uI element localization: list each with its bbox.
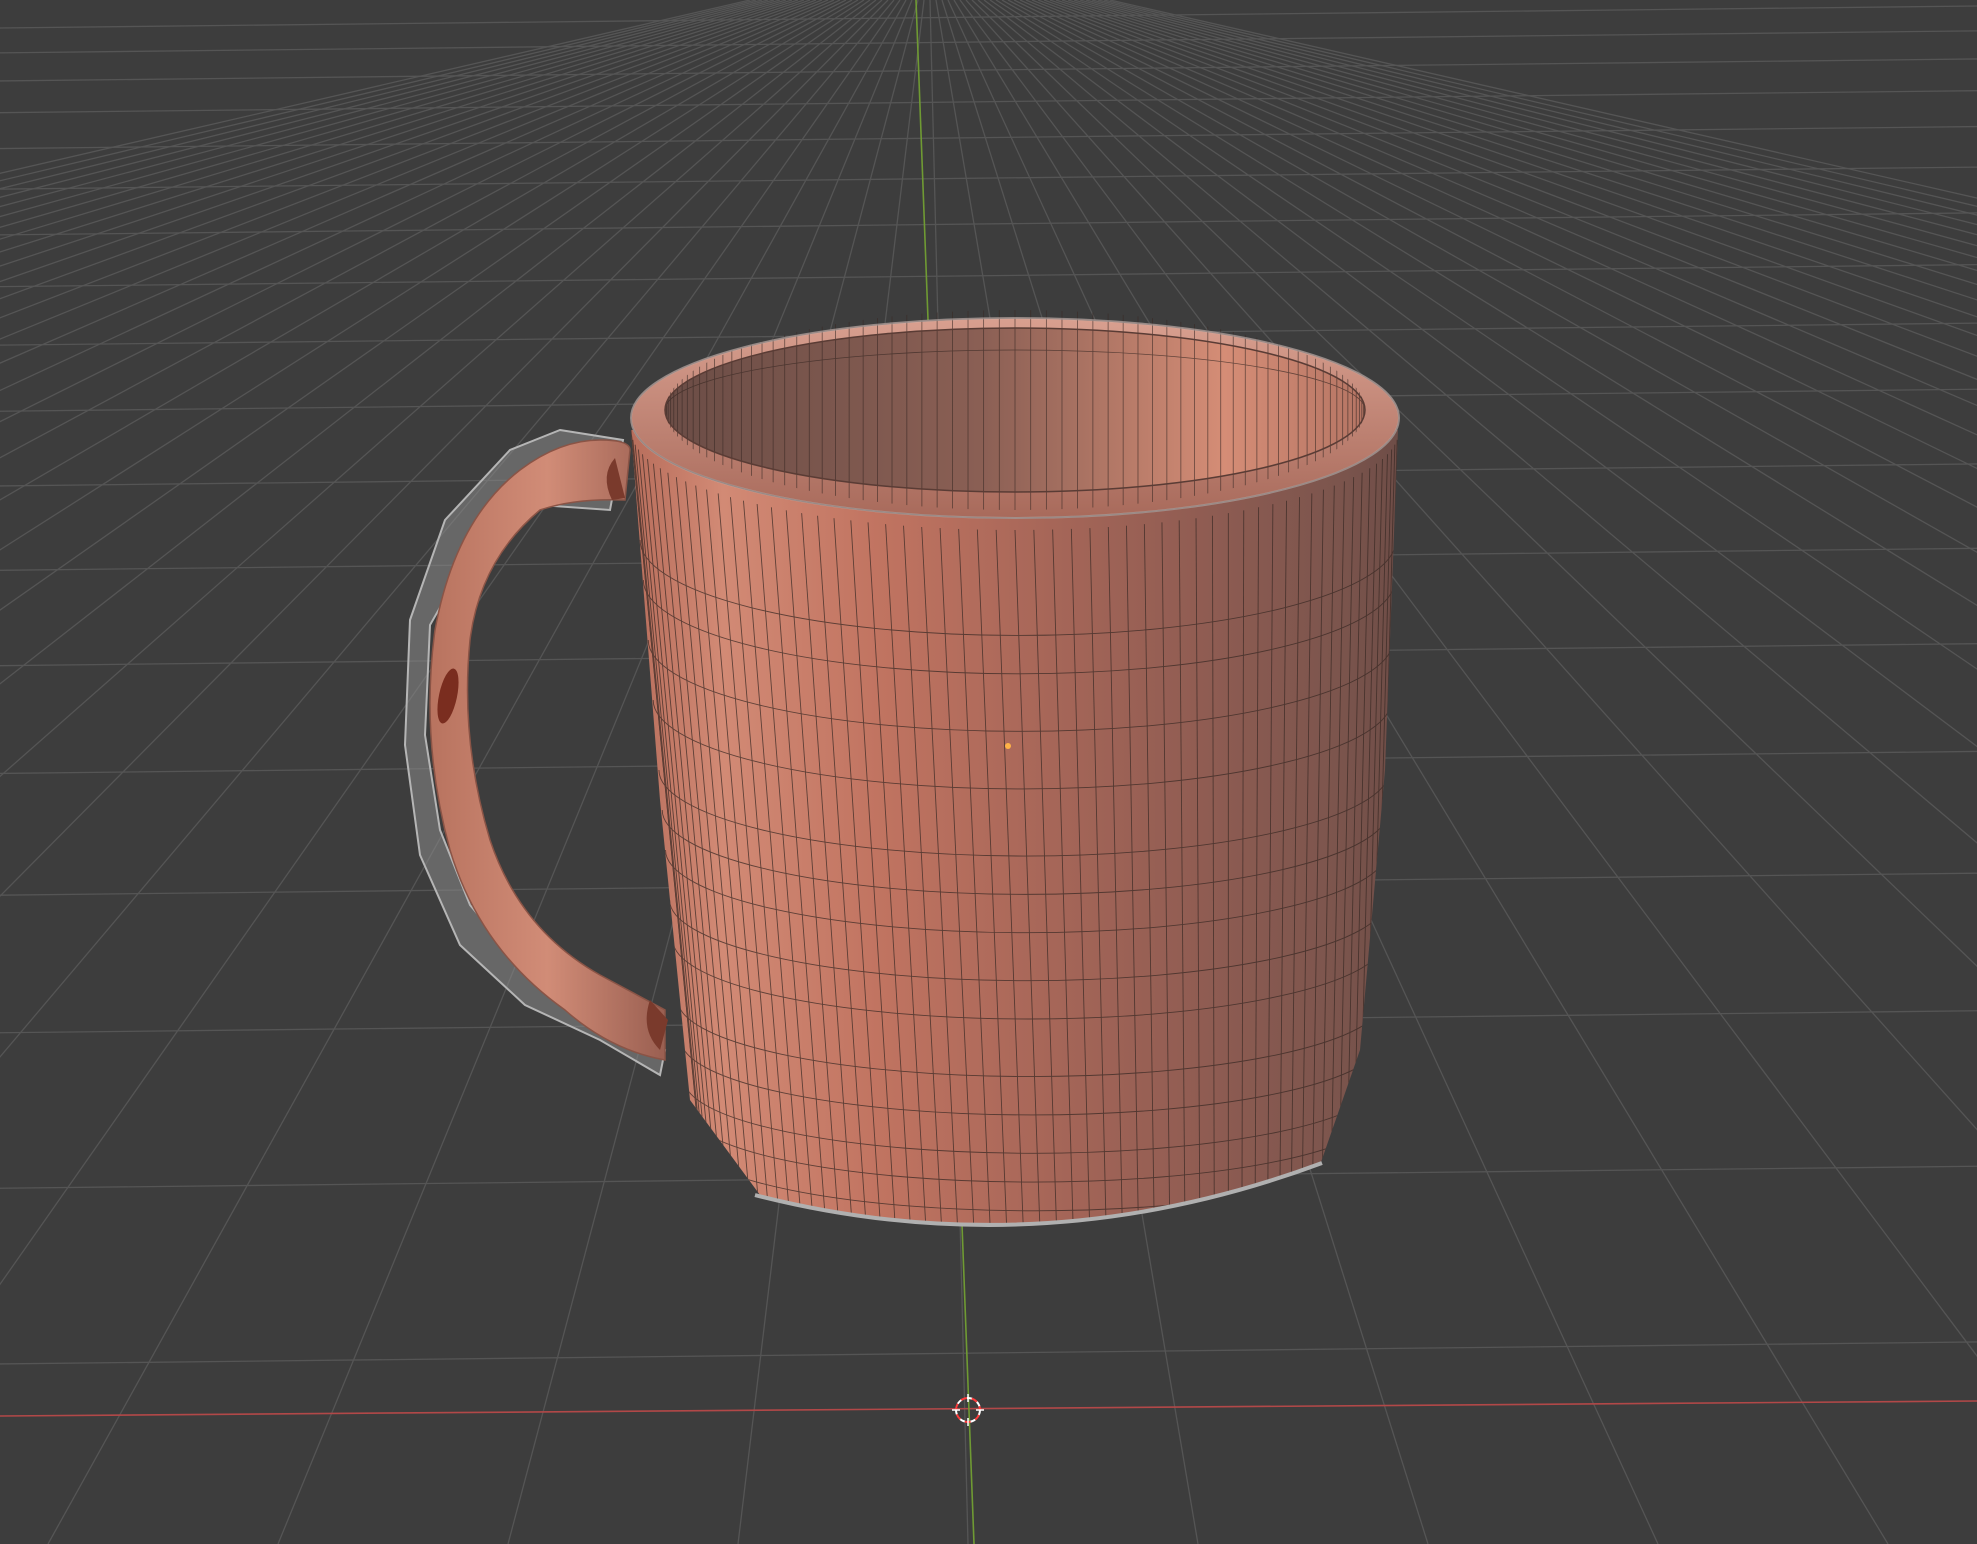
3d-viewport[interactable]	[0, 0, 1977, 1544]
3d-cursor-icon[interactable]	[952, 1394, 984, 1426]
viewport-canvas[interactable]	[0, 0, 1977, 1544]
grid-line	[0, 264, 1977, 288]
grid-line	[0, 30, 1977, 54]
grid-line	[0, 90, 1977, 114]
grid-line	[0, 58, 1977, 82]
mug-object[interactable]	[403, 300, 1400, 1230]
grid-line	[0, 125, 1977, 150]
grid-line	[0, 212, 1977, 236]
object-origin-dot	[1005, 743, 1011, 749]
grid-line	[0, 1341, 1977, 1365]
x-axis-line	[0, 1400, 1977, 1417]
